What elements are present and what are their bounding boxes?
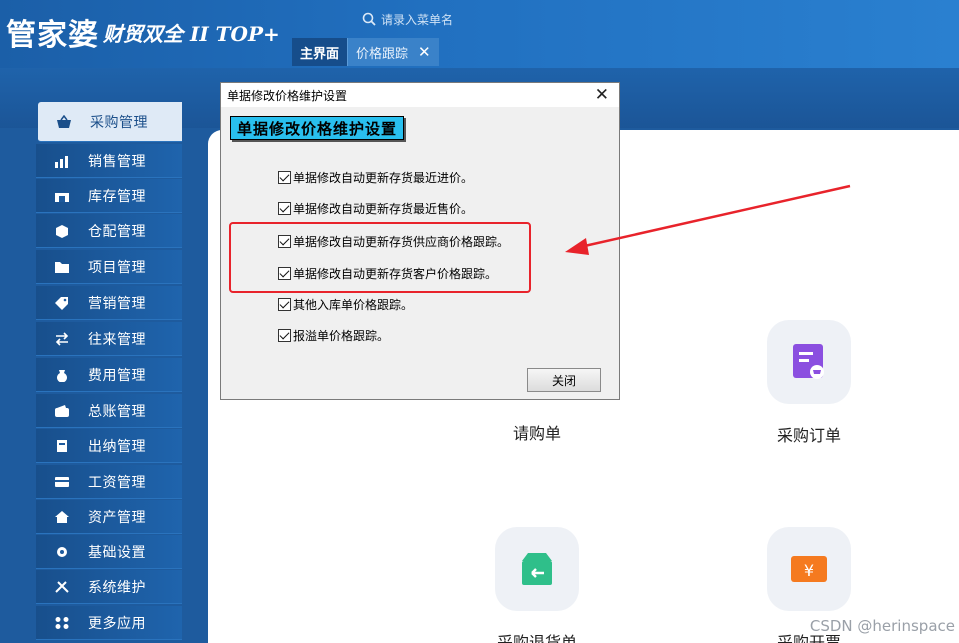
home-icon bbox=[55, 510, 69, 523]
tag-icon bbox=[55, 296, 68, 310]
search-icon bbox=[362, 12, 376, 26]
tab-price-tracking[interactable]: 价格跟踪 ✕ bbox=[347, 38, 439, 66]
card-icon bbox=[55, 476, 69, 487]
sidebar-item-label: 仓配管理 bbox=[88, 223, 146, 240]
basket-icon bbox=[57, 114, 71, 128]
sidebar-item-label: 工资管理 bbox=[88, 474, 146, 491]
close-icon[interactable]: ✕ bbox=[591, 86, 613, 104]
svg-text:¥: ¥ bbox=[804, 561, 814, 580]
sidebar-item-more-apps[interactable]: 更多应用 bbox=[36, 606, 182, 640]
tab-close-icon[interactable]: ✕ bbox=[418, 43, 431, 61]
sidebar-item-label: 往来管理 bbox=[88, 331, 146, 348]
close-button[interactable]: 关闭 bbox=[527, 368, 601, 392]
gear-icon bbox=[57, 546, 67, 557]
option-update-last-purchase-price[interactable]: 单据修改自动更新存货最近进价。 bbox=[278, 169, 473, 185]
sidebar-item-label: 更多应用 bbox=[88, 615, 146, 632]
sidebar-item-label: 项目管理 bbox=[88, 259, 146, 276]
sidebar-item-label: 总账管理 bbox=[88, 403, 146, 420]
highlight-box bbox=[229, 222, 531, 293]
option-update-last-sale-price[interactable]: 单据修改自动更新存货最近售价。 bbox=[278, 200, 473, 216]
option-label: 报溢单价格跟踪。 bbox=[293, 328, 390, 343]
checkbox[interactable] bbox=[278, 201, 291, 215]
app-header: 管家婆 财贸双全 II TOP+ 请录入菜单名 主界面 价格跟踪 ✕ bbox=[0, 0, 959, 68]
option-label: 其他入库单价格跟踪。 bbox=[293, 297, 414, 312]
watermark: CSDN @herinspace bbox=[809, 617, 955, 635]
tile-label: 采购退货单 bbox=[496, 633, 577, 643]
box-icon bbox=[56, 224, 68, 238]
purchase-return-icon bbox=[495, 527, 579, 611]
dialog-titlebar: 单据修改价格维护设置 ✕ bbox=[221, 83, 619, 107]
sidebar-item-project[interactable]: 项目管理 bbox=[36, 250, 182, 284]
sidebar-item-payroll[interactable]: 工资管理 bbox=[36, 465, 182, 499]
dialog-heading: 单据修改价格维护设置 bbox=[230, 116, 405, 140]
logo-main-text: 管家婆 bbox=[6, 18, 99, 53]
checkbox[interactable] bbox=[278, 297, 291, 311]
option-label: 单据修改自动更新存货最近售价。 bbox=[293, 201, 474, 216]
sidebar-item-purchase[interactable]: 采购管理 bbox=[38, 102, 182, 142]
tile-purchase-return[interactable]: 采购退货单 bbox=[477, 527, 597, 643]
sidebar-item-expense[interactable]: 费用管理 bbox=[36, 358, 182, 392]
tile-label: 请购单 bbox=[512, 424, 561, 443]
sidebar-item-settings[interactable]: 基础设置 bbox=[36, 535, 182, 569]
purchase-invoice-icon: ¥ bbox=[767, 527, 851, 611]
sidebar-item-label: 库存管理 bbox=[88, 188, 146, 205]
sidebar-item-label: 基础设置 bbox=[88, 544, 146, 561]
tile-purchase-request[interactable]: 请购单 bbox=[477, 402, 597, 444]
tab-main[interactable]: 主界面 bbox=[292, 38, 348, 66]
tile-label: 采购订单 bbox=[776, 426, 841, 445]
sidebar-item-label: 出纳管理 bbox=[88, 438, 146, 455]
warehouse-icon bbox=[55, 192, 69, 202]
sidebar-item-accounts[interactable]: 往来管理 bbox=[36, 322, 182, 356]
sidebar-item-sales[interactable]: 销售管理 bbox=[36, 144, 182, 178]
sidebar-item-cashier[interactable]: 出纳管理 bbox=[36, 429, 182, 463]
folder-icon bbox=[55, 261, 69, 273]
purchase-order-icon bbox=[767, 320, 851, 404]
chart-icon bbox=[55, 155, 68, 168]
option-other-stock-in-tracking[interactable]: 其他入库单价格跟踪。 bbox=[278, 296, 413, 312]
money-bag-icon bbox=[57, 369, 67, 382]
option-label: 单据修改自动更新存货最近进价。 bbox=[293, 170, 474, 185]
tab-main-label: 主界面 bbox=[300, 46, 340, 62]
exchange-icon bbox=[55, 331, 69, 346]
sidebar-item-label: 营销管理 bbox=[88, 295, 146, 312]
option-overflow-tracking[interactable]: 报溢单价格跟踪。 bbox=[278, 327, 389, 343]
logo-sub-text: 财贸双全 II TOP+ bbox=[103, 21, 280, 46]
sidebar-item-distribution[interactable]: 仓配管理 bbox=[36, 214, 182, 248]
search-placeholder[interactable]: 请录入菜单名 bbox=[381, 11, 453, 28]
tile-purchase-order[interactable]: 采购订单 bbox=[749, 320, 869, 446]
sidebar-item-maintenance[interactable]: 系统维护 bbox=[36, 570, 182, 604]
sidebar-item-label: 销售管理 bbox=[88, 153, 146, 170]
cashier-icon bbox=[57, 439, 67, 452]
tools-icon bbox=[55, 580, 69, 593]
sidebar-item-label: 系统维护 bbox=[88, 579, 146, 596]
sidebar-item-label: 费用管理 bbox=[88, 367, 146, 384]
sidebar-item-label: 采购管理 bbox=[90, 114, 148, 131]
app-logo: 管家婆 财贸双全 II TOP+ bbox=[6, 10, 280, 54]
checkbox[interactable] bbox=[278, 170, 291, 184]
tab-price-tracking-label: 价格跟踪 bbox=[356, 46, 409, 62]
sidebar-item-marketing[interactable]: 营销管理 bbox=[36, 286, 182, 320]
sidebar-item-inventory[interactable]: 库存管理 bbox=[36, 179, 182, 213]
wallet-icon bbox=[55, 404, 69, 417]
sidebar-item-assets[interactable]: 资产管理 bbox=[36, 500, 182, 534]
grid-icon bbox=[55, 616, 69, 629]
dialog-title: 单据修改价格维护设置 bbox=[227, 88, 348, 103]
checkbox[interactable] bbox=[278, 328, 291, 342]
sidebar: 采购管理 销售管理 库存管理 仓配管理 项目管理 营销管理 往来管理 费用管理 … bbox=[30, 100, 182, 643]
tab-bar: 主界面 价格跟踪 ✕ bbox=[292, 38, 439, 66]
sidebar-item-ledger[interactable]: 总账管理 bbox=[36, 394, 182, 428]
sidebar-item-label: 资产管理 bbox=[88, 509, 146, 526]
menu-search[interactable]: 请录入菜单名 bbox=[362, 9, 453, 29]
